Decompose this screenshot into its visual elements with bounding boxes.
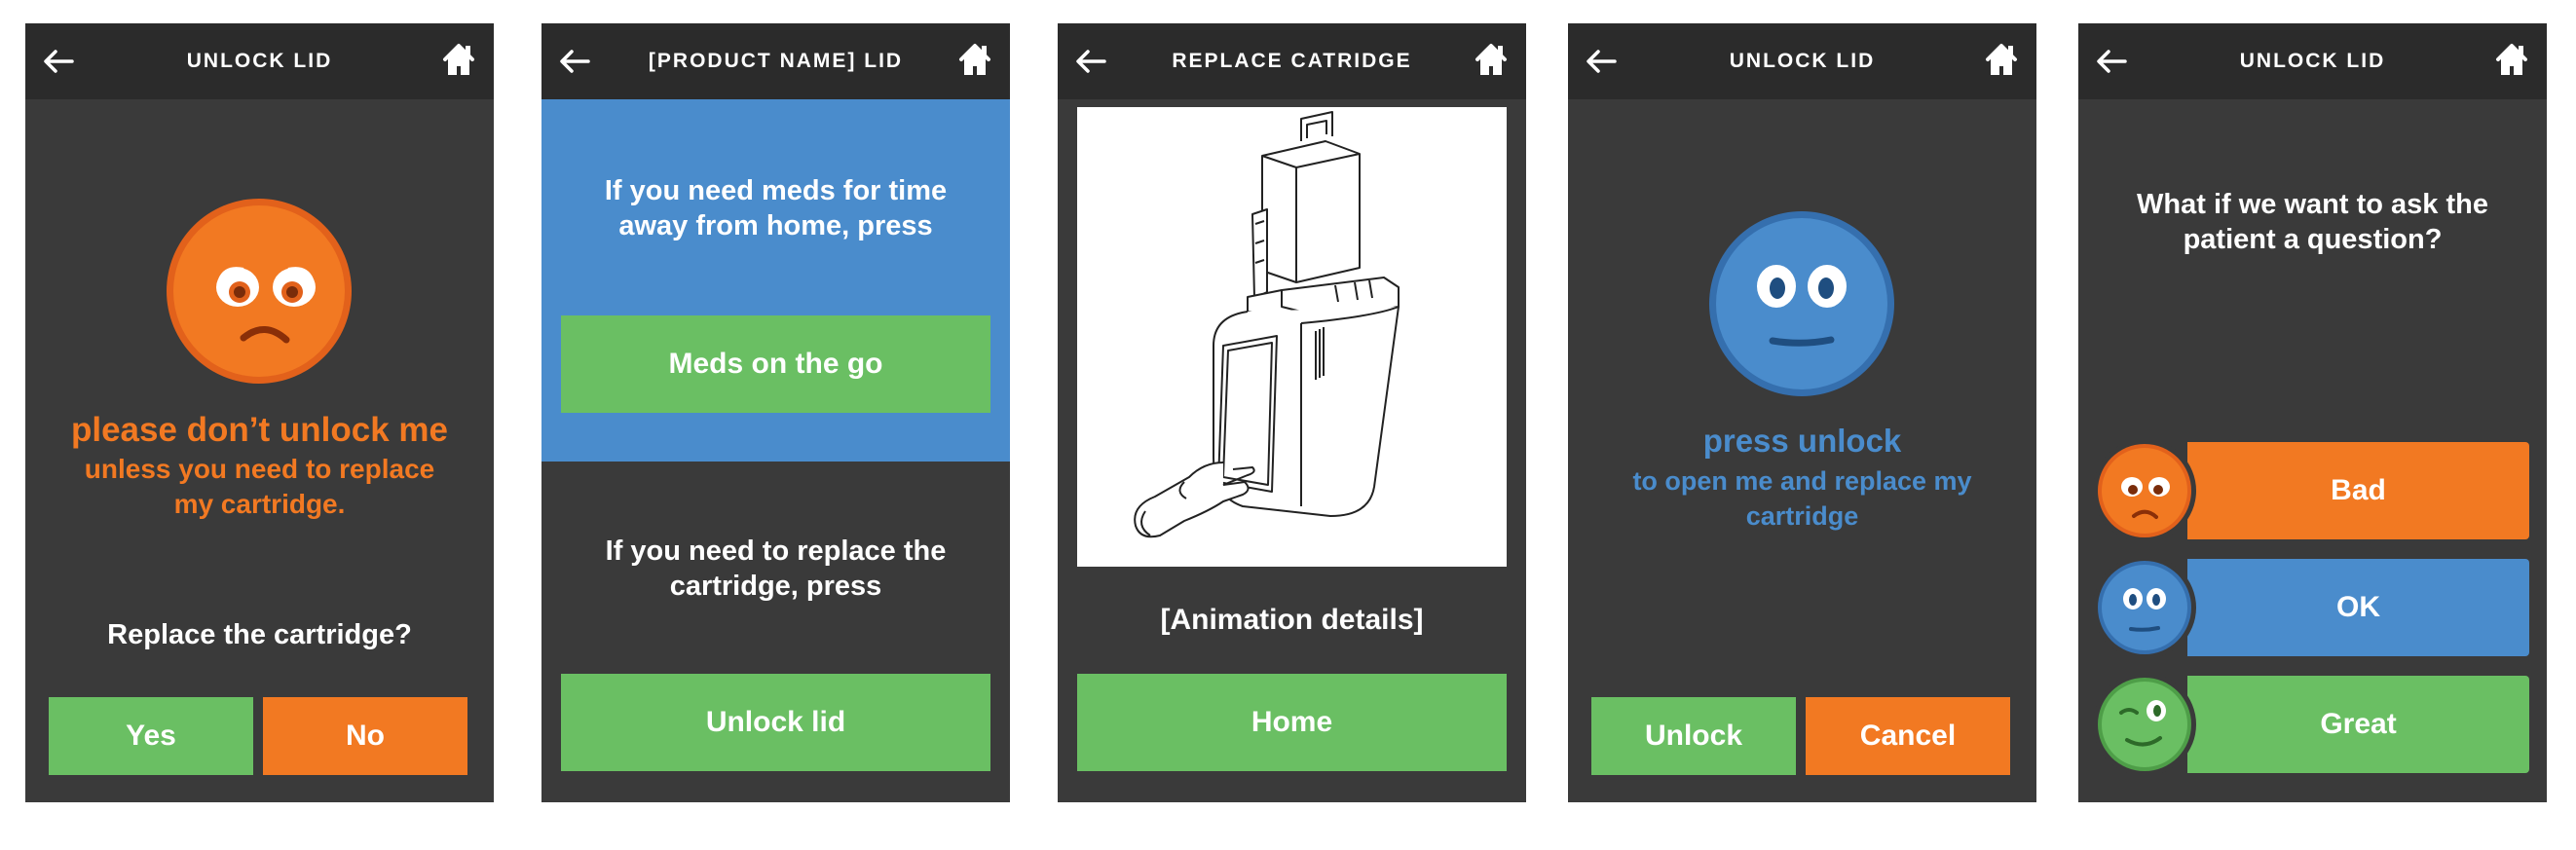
home-icon[interactable] bbox=[955, 40, 994, 79]
animation-caption: [Animation details] bbox=[1160, 604, 1424, 636]
neutral-face-icon bbox=[1709, 211, 1894, 396]
warning-submessage: unless you need to replace my cartridge. bbox=[84, 454, 435, 519]
header-bar: UNLOCK LID bbox=[1568, 23, 2036, 99]
sad-face-icon bbox=[167, 199, 352, 384]
screen-unlock-lid-warning: UNLOCK LID please don’t unlock me unless… bbox=[25, 23, 494, 802]
screen-patient-question: UNLOCK LID What if we want to ask the pa… bbox=[2078, 23, 2547, 802]
header-bar: [PRODUCT NAME] LID bbox=[541, 23, 1010, 99]
cartridge-animation bbox=[1077, 107, 1507, 567]
home-icon[interactable] bbox=[1472, 40, 1511, 79]
home-icon[interactable] bbox=[2492, 40, 2531, 79]
page-title: REPLACE CATRIDGE bbox=[1172, 50, 1412, 72]
replace-prompt: If you need to replace the cartridge, pr… bbox=[605, 536, 947, 602]
screen-unlock-lid-confirm: UNLOCK LID press unlock to open me and r… bbox=[1568, 23, 2036, 802]
header-bar: UNLOCK LID bbox=[25, 23, 494, 99]
warning-message: please don’t unlock me bbox=[70, 411, 449, 449]
page-title: [PRODUCT NAME] LID bbox=[648, 50, 904, 72]
page-title: UNLOCK LID bbox=[2239, 50, 2386, 72]
page-title: UNLOCK LID bbox=[186, 50, 333, 72]
yes-button[interactable]: Yes bbox=[49, 697, 253, 775]
meds-prompt: If you need meds for time away from home… bbox=[604, 175, 948, 241]
unlock-message: press unlock bbox=[1702, 423, 1902, 459]
page-title: UNLOCK LID bbox=[1729, 50, 1876, 72]
header-bar: REPLACE CATRIDGE bbox=[1058, 23, 1526, 99]
header-bar: UNLOCK LID bbox=[2078, 23, 2547, 99]
screen-replace-cartridge: REPLACE CATRIDGE [Animation details] Hom… bbox=[1058, 23, 1526, 802]
unlock-submessage: to open me and replace my cartridge bbox=[1632, 466, 1972, 531]
unlock-button[interactable]: Unlock bbox=[1591, 697, 1796, 775]
wink-face-icon bbox=[2093, 673, 2196, 776]
cancel-button[interactable]: Cancel bbox=[1806, 697, 2010, 775]
back-arrow-icon[interactable] bbox=[557, 44, 592, 79]
back-arrow-icon[interactable] bbox=[2094, 44, 2129, 79]
neutral-face-icon bbox=[2093, 556, 2196, 659]
back-arrow-icon[interactable] bbox=[1584, 44, 1619, 79]
no-button[interactable]: No bbox=[263, 697, 467, 775]
meds-on-the-go-button[interactable]: Meds on the go bbox=[561, 315, 990, 413]
patient-question: What if we want to ask the patient a que… bbox=[2137, 189, 2488, 255]
back-arrow-icon[interactable] bbox=[1073, 44, 1108, 79]
unlock-lid-button[interactable]: Unlock lid bbox=[561, 674, 990, 771]
rating-great-button[interactable]: Great bbox=[2187, 676, 2529, 773]
rating-bad-button[interactable]: Bad bbox=[2187, 442, 2529, 539]
question-text: Replace the cartridge? bbox=[107, 619, 412, 650]
rating-ok-button[interactable]: OK bbox=[2187, 559, 2529, 656]
home-icon[interactable] bbox=[1982, 40, 2021, 79]
screen-product-lid: [PRODUCT NAME] LID If you need meds for … bbox=[541, 23, 1010, 802]
back-arrow-icon[interactable] bbox=[41, 44, 76, 79]
home-icon[interactable] bbox=[439, 40, 478, 79]
sad-face-icon bbox=[2093, 439, 2196, 542]
device-illustration bbox=[1134, 111, 1400, 538]
home-button[interactable]: Home bbox=[1077, 674, 1507, 771]
